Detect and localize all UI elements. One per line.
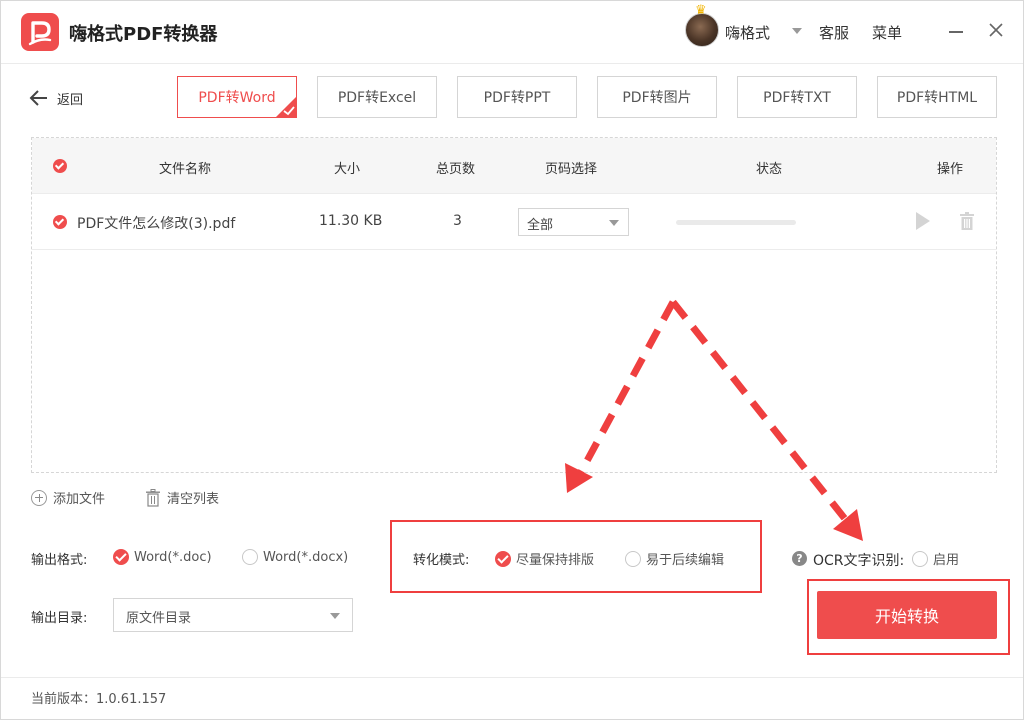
file-name: PDF文件怎么修改(3).pdf [77,216,236,232]
conversion-mode-label: 转化模式: [413,553,470,568]
header-size: 大小 [334,162,361,177]
app-logo-icon [21,13,59,51]
format-radio-docx[interactable]: Word(*.docx) [242,549,348,565]
chevron-down-icon [609,220,619,226]
header-status: 状态 [756,162,783,177]
radio-label: 尽量保持排版 [516,553,595,568]
divider [1,677,1023,678]
ocr-enable-radio[interactable]: 启用 [912,549,959,568]
clear-list-label: 清空列表 [167,492,220,507]
file-size: 11.30 KB [319,213,383,229]
radio-label: 易于后续编辑 [646,553,725,568]
select-all-checkbox[interactable] [53,159,67,173]
table-header: 文件名称 大小 总页数 页码选择 状态 操作 [32,138,996,194]
format-radio-doc[interactable]: Word(*.doc) [113,549,212,565]
tab-pdf-to-ppt[interactable]: PDF转PPT [457,76,577,118]
radio-checked-icon [113,549,129,565]
output-dir-dropdown[interactable]: 原文件目录 [113,598,353,632]
title-bar: 嗨格式PDF转换器 ♛ 嗨格式 客服 菜单 [1,1,1023,63]
ocr-label: OCR文字识别: [813,553,905,569]
radio-unchecked-icon [625,550,641,567]
back-button[interactable]: 返回 [29,87,83,109]
tab-label: PDF转HTML [896,90,978,106]
clear-list-button[interactable]: 清空列表 [145,488,219,507]
radio-label: Word(*.docx) [263,549,349,565]
header-pages: 总页数 [436,162,476,177]
output-dir-value: 原文件目录 [126,611,192,626]
chevron-down-icon[interactable] [792,28,802,34]
app-title: 嗨格式PDF转换器 [69,24,218,45]
row-checkbox[interactable] [53,215,67,229]
chevron-down-icon [330,613,340,619]
menu-button[interactable]: 菜单 [872,22,902,43]
radio-checked-icon [495,550,511,567]
trash-icon [146,488,160,507]
tab-pdf-to-html[interactable]: PDF转HTML [877,76,997,118]
tab-pdf-to-word[interactable]: PDF转Word [177,76,297,118]
header-page-select: 页码选择 [545,162,598,177]
add-icon [31,489,47,506]
tab-pdf-to-txt[interactable]: PDF转TXT [737,76,857,118]
output-format-label: 输出格式: [31,553,88,568]
header-file-name: 文件名称 [159,162,212,177]
crown-icon: ♛ [695,3,707,18]
mode-radio-keep-layout[interactable]: 尽量保持排版 [495,549,594,568]
file-list[interactable]: 文件名称 大小 总页数 页码选择 状态 操作 PDF文件怎么修改(3).pdf … [31,137,997,473]
radio-unchecked-icon [912,550,928,567]
version-text: 当前版本：1.0.61.157 [31,692,167,707]
divider [1,63,1023,64]
back-label: 返回 [57,92,84,108]
arrow-left-icon [29,90,47,106]
app-window: 嗨格式PDF转换器 ♛ 嗨格式 客服 菜单 返回 PDF转Word PDF转Ex… [0,0,1024,720]
radio-unchecked-icon [242,549,258,565]
customer-service-button[interactable]: 客服 [819,22,849,43]
progress-bar [676,220,796,225]
table-row: PDF文件怎么修改(3).pdf 11.30 KB 3 全部 [32,194,996,250]
page-count: 3 [453,213,462,229]
radio-label: 启用 [933,553,960,568]
selected-check-icon [275,96,297,118]
tab-label: PDF转Word [198,90,276,106]
close-icon[interactable] [987,21,1005,39]
tab-pdf-to-image[interactable]: PDF转图片 [597,76,717,118]
page-select-dropdown[interactable]: 全部 [518,208,629,236]
tab-pdf-to-excel[interactable]: PDF转Excel [317,76,437,118]
mode-radio-easy-edit[interactable]: 易于后续编辑 [625,549,724,568]
tab-label: PDF转TXT [763,90,831,106]
output-dir-label: 输出目录: [31,611,88,626]
start-convert-button[interactable]: 开始转换 [817,591,997,639]
play-icon[interactable] [916,212,930,230]
add-file-button[interactable]: 添加文件 [31,488,105,507]
tab-label: PDF转PPT [483,90,551,106]
minimize-icon[interactable] [949,31,963,33]
avatar[interactable] [685,13,719,47]
radio-label: Word(*.doc) [134,549,212,565]
help-icon[interactable]: ? [792,551,807,566]
header-actions: 操作 [937,162,964,177]
tab-label: PDF转Excel [337,90,417,106]
page-select-value: 全部 [527,218,554,233]
add-file-label: 添加文件 [53,492,106,507]
username[interactable]: 嗨格式 [725,22,770,43]
trash-icon[interactable] [959,212,975,230]
tab-label: PDF转图片 [622,90,692,106]
